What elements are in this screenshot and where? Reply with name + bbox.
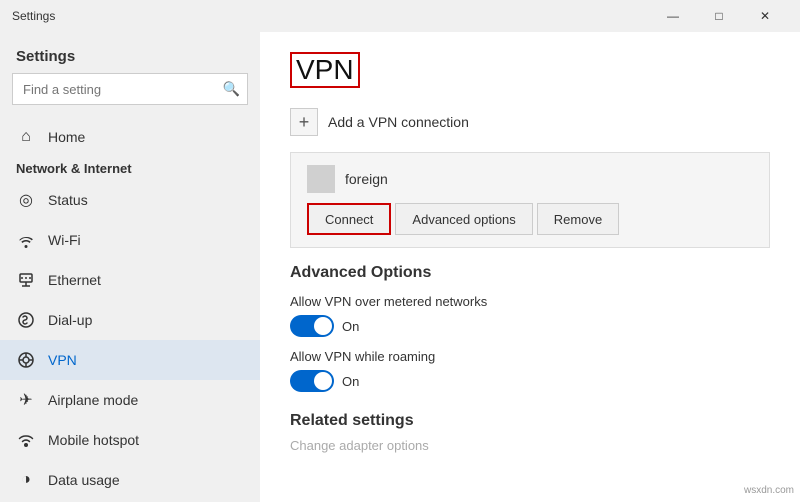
vpn-connection-icon bbox=[307, 165, 335, 193]
sidebar-item-status[interactable]: ◎ Status bbox=[0, 180, 260, 220]
sidebar-item-label: Wi-Fi bbox=[48, 232, 81, 248]
status-icon: ◎ bbox=[16, 190, 36, 210]
sidebar-item-label: VPN bbox=[48, 352, 77, 368]
sidebar-item-data[interactable]: ◑ Data usage bbox=[0, 460, 260, 500]
minimize-button[interactable]: — bbox=[650, 0, 696, 32]
dialup-icon bbox=[16, 310, 36, 330]
add-vpn-icon: + bbox=[290, 108, 318, 136]
sidebar-header: Settings bbox=[0, 32, 260, 73]
add-vpn-label: Add a VPN connection bbox=[328, 114, 469, 130]
title-bar-text: Settings bbox=[12, 9, 650, 23]
airplane-icon: ✈ bbox=[16, 390, 36, 410]
related-settings-title: Related settings bbox=[290, 412, 770, 430]
advanced-options-title: Advanced Options bbox=[290, 264, 770, 282]
toggle-roaming-state: On bbox=[342, 374, 359, 389]
search-box[interactable]: 🔍 bbox=[12, 73, 248, 105]
toggle-metered[interactable] bbox=[290, 315, 334, 337]
toggle-roaming-control: On bbox=[290, 370, 770, 392]
data-icon: ◑ bbox=[16, 470, 36, 490]
sidebar-item-label: Ethernet bbox=[48, 272, 101, 288]
page-title: VPN bbox=[290, 52, 360, 88]
sidebar-item-label: Data usage bbox=[48, 472, 120, 488]
sidebar-item-label: Status bbox=[48, 192, 88, 208]
vpn-buttons: Connect Advanced options Remove bbox=[307, 203, 753, 235]
sidebar: Settings 🔍 ⌂ Home Network & Internet ◎ S… bbox=[0, 32, 260, 502]
search-input[interactable] bbox=[12, 73, 248, 105]
sidebar-item-ethernet[interactable]: Ethernet bbox=[0, 260, 260, 300]
toggle-roaming-row: Allow VPN while roaming On bbox=[290, 349, 770, 392]
watermark: wsxdn.com bbox=[744, 485, 794, 496]
vpn-connection-name: foreign bbox=[307, 165, 753, 193]
toggle-roaming[interactable] bbox=[290, 370, 334, 392]
sidebar-item-hotspot[interactable]: Mobile hotspot bbox=[0, 420, 260, 460]
toggle-metered-row: Allow VPN over metered networks On bbox=[290, 294, 770, 337]
sidebar-section-label: Network & Internet bbox=[0, 157, 260, 180]
wifi-icon bbox=[16, 230, 36, 250]
settings-window: Settings — □ ✕ Settings 🔍 ⌂ Home Network… bbox=[0, 0, 800, 502]
sidebar-item-label: Airplane mode bbox=[48, 392, 138, 408]
toggle-roaming-label: Allow VPN while roaming bbox=[290, 349, 770, 364]
hotspot-icon bbox=[16, 430, 36, 450]
vpn-name: foreign bbox=[345, 171, 388, 187]
sidebar-item-wifi[interactable]: Wi-Fi bbox=[0, 220, 260, 260]
advanced-options-button[interactable]: Advanced options bbox=[395, 203, 532, 235]
close-button[interactable]: ✕ bbox=[742, 0, 788, 32]
content-area: Settings 🔍 ⌂ Home Network & Internet ◎ S… bbox=[0, 32, 800, 502]
toggle-metered-label: Allow VPN over metered networks bbox=[290, 294, 770, 309]
home-icon: ⌂ bbox=[16, 127, 36, 147]
title-bar: Settings — □ ✕ bbox=[0, 0, 800, 32]
toggle-metered-control: On bbox=[290, 315, 770, 337]
sidebar-item-vpn[interactable]: VPN bbox=[0, 340, 260, 380]
sidebar-item-home[interactable]: ⌂ Home bbox=[0, 117, 260, 157]
vpn-connection-card: foreign Connect Advanced options Remove bbox=[290, 152, 770, 248]
add-vpn-row[interactable]: + Add a VPN connection bbox=[290, 108, 770, 136]
sidebar-item-label: Mobile hotspot bbox=[48, 432, 139, 448]
sidebar-item-label: Home bbox=[48, 129, 85, 145]
search-icon: 🔍 bbox=[223, 81, 240, 98]
sidebar-item-dialup[interactable]: Dial-up bbox=[0, 300, 260, 340]
change-adapter-link[interactable]: Change adapter options bbox=[290, 438, 770, 453]
remove-button[interactable]: Remove bbox=[537, 203, 619, 235]
sidebar-item-label: Dial-up bbox=[48, 312, 92, 328]
toggle-metered-state: On bbox=[342, 319, 359, 334]
ethernet-icon bbox=[16, 270, 36, 290]
maximize-button[interactable]: □ bbox=[696, 0, 742, 32]
sidebar-item-airplane[interactable]: ✈ Airplane mode bbox=[0, 380, 260, 420]
title-bar-controls: — □ ✕ bbox=[650, 0, 788, 32]
main-content: VPN + Add a VPN connection foreign Conne… bbox=[260, 32, 800, 502]
connect-button[interactable]: Connect bbox=[307, 203, 391, 235]
vpn-icon bbox=[16, 350, 36, 370]
